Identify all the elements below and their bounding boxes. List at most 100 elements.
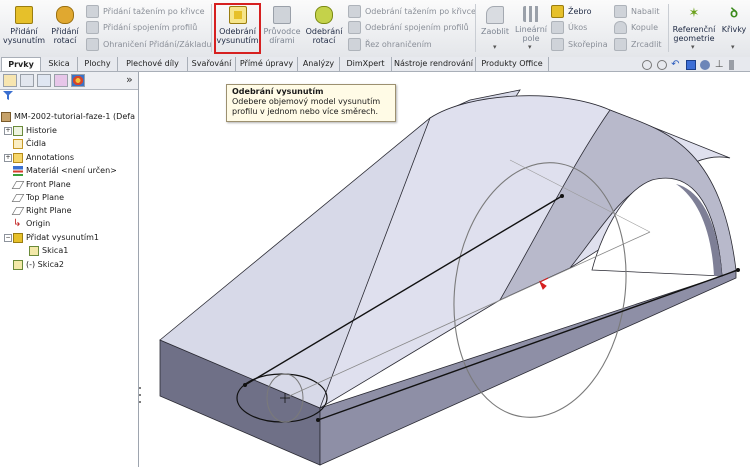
annotations-icon xyxy=(13,152,23,163)
boundary-cut-icon xyxy=(348,38,361,51)
sketch-point xyxy=(316,418,320,422)
tab-svarovani[interactable]: Svařování xyxy=(188,57,236,71)
revolve-cut-icon xyxy=(315,6,333,24)
linear-pattern-dropdown-icon[interactable]: ▾ xyxy=(528,43,532,52)
revolved-boss-label-2: rotací xyxy=(53,36,77,45)
dome-label: Kopule xyxy=(631,23,659,32)
tree-item-right-plane[interactable]: Right Plane xyxy=(11,204,72,217)
sensors-icon xyxy=(13,138,23,149)
tree-item-cidla[interactable]: Čidla xyxy=(13,137,46,150)
dimxpert-manager-tab-icon[interactable] xyxy=(54,74,68,87)
tree-root-label: MM-2002-tutorial-faze-1 (Defa xyxy=(14,112,135,121)
plane-icon xyxy=(11,193,25,202)
lofted-boss-label: Přidání spojením profilů xyxy=(103,23,198,32)
tab-dimxpert[interactable]: DimXpert xyxy=(340,57,392,71)
draft-label: Úkos xyxy=(568,23,588,32)
tab-plechove-dily[interactable]: Plechové díly xyxy=(118,57,188,71)
reference-geometry-dropdown-icon[interactable]: ▾ xyxy=(691,43,695,52)
reference-geometry-button[interactable]: ✶ Referenční geometrie ▾ xyxy=(671,3,717,53)
tree-item-historie[interactable]: Historie xyxy=(13,124,57,137)
curves-label: Křivky xyxy=(721,25,747,34)
tree-item-pridat-vysunutim1[interactable]: Přidat vysunutím1 xyxy=(13,231,99,244)
rib-button[interactable]: Žebro xyxy=(551,5,592,19)
tab-prvky[interactable]: Prvky xyxy=(1,57,41,71)
tree-item-material[interactable]: Materiál <není určen> xyxy=(13,164,117,177)
extruded-boss-label-2: vysunutím xyxy=(3,36,45,45)
tree-item-label: Čidla xyxy=(26,139,47,148)
display-manager-tab-icon[interactable] xyxy=(71,74,85,87)
view-orientation-icon[interactable]: ⊥ xyxy=(715,60,725,70)
hole-wizard-label-1: Průvodce xyxy=(263,27,301,36)
more-views-icon[interactable] xyxy=(729,60,735,70)
tab-nastroje-rendrovani[interactable]: Nástroje rendrování xyxy=(392,57,476,71)
section-view-icon[interactable] xyxy=(685,60,696,70)
linear-pattern-label-1: Lineární xyxy=(514,25,547,34)
tab-skica[interactable]: Skica xyxy=(41,57,78,71)
revolved-boss-button[interactable]: Přidání rotací xyxy=(48,3,82,53)
tab-plochy[interactable]: Plochy xyxy=(78,57,118,71)
panel-expand-chevron[interactable]: » xyxy=(126,73,133,86)
lofted-cut-icon xyxy=(348,21,361,34)
boundary-cut-button[interactable]: Řez ohraničením xyxy=(348,38,432,52)
wrap-label: Nabalit xyxy=(631,7,660,16)
swept-boss-icon xyxy=(86,5,99,18)
hole-wizard-button[interactable]: Průvodce dírami xyxy=(262,3,302,53)
previous-view-icon[interactable]: ↶ xyxy=(671,60,681,70)
swept-boss-button[interactable]: Přidání tažením po křivce xyxy=(86,5,205,19)
material-icon xyxy=(13,165,23,176)
dome-icon xyxy=(614,21,627,34)
feature-manager-tab-icon[interactable] xyxy=(3,74,17,87)
curves-button[interactable]: ꝺ Křivky ▾ xyxy=(719,3,749,53)
expand-toggle-icon[interactable]: + xyxy=(4,127,12,135)
sketch-point xyxy=(560,194,564,198)
history-folder-icon xyxy=(13,125,23,136)
lofted-cut-button[interactable]: Odebrání spojením profilů xyxy=(348,21,469,35)
zoom-to-area-icon[interactable] xyxy=(656,60,667,70)
linear-pattern-icon xyxy=(523,6,539,22)
lofted-boss-button[interactable]: Přidání spojením profilů xyxy=(86,21,197,35)
graphics-viewport[interactable] xyxy=(139,72,750,467)
tree-item-label: Přidat vysunutím1 xyxy=(26,233,99,242)
configuration-manager-tab-icon[interactable] xyxy=(37,74,51,87)
fillet-button[interactable]: Zaoblit ▾ xyxy=(478,3,512,53)
rib-label: Žebro xyxy=(568,7,592,16)
tree-item-label: Historie xyxy=(26,126,57,135)
tab-analyzy[interactable]: Analýzy xyxy=(298,57,340,71)
swept-cut-label: Odebrání tažením po křivce xyxy=(365,7,476,16)
display-style-icon[interactable] xyxy=(700,60,711,70)
expand-toggle-icon[interactable]: + xyxy=(4,154,12,162)
tree-item-annotations[interactable]: Annotations xyxy=(13,151,74,164)
tree-item-top-plane[interactable]: Top Plane xyxy=(11,191,64,204)
fillet-icon xyxy=(486,6,504,24)
wrap-button[interactable]: Nabalit xyxy=(614,5,659,19)
heads-up-view-toolbar: ↶ ⊥ xyxy=(640,60,735,72)
tab-prime-upravy[interactable]: Přímé úpravy xyxy=(236,57,298,71)
tree-item-skica1[interactable]: Skica1 xyxy=(29,244,68,257)
zoom-to-fit-icon[interactable] xyxy=(642,60,652,70)
extruded-boss-button[interactable]: Přidání vysunutím xyxy=(2,3,46,53)
mirror-button[interactable]: Zrcadlit xyxy=(614,38,662,52)
tree-item-origin[interactable]: ↳ Origin xyxy=(13,217,50,230)
origin-icon: ↳ xyxy=(13,217,22,229)
revolved-cut-button[interactable]: Odebrání rotací xyxy=(304,3,344,53)
revolved-cut-label-1: Odebrání xyxy=(305,27,343,36)
shell-label: Skořepina xyxy=(568,40,608,49)
linear-pattern-button[interactable]: Lineární pole ▾ xyxy=(514,3,548,53)
ribbon-separator xyxy=(668,4,669,52)
collapse-toggle-icon[interactable]: − xyxy=(4,234,12,242)
tab-produkty-office[interactable]: Produkty Office xyxy=(476,57,549,71)
property-manager-tab-icon[interactable] xyxy=(20,74,34,87)
boundary-boss-button[interactable]: Ohraničení Přidání/Základu xyxy=(86,38,211,52)
shell-button[interactable]: Skořepina xyxy=(551,38,608,52)
tree-item-label: Right Plane xyxy=(26,206,72,215)
dome-button[interactable]: Kopule xyxy=(614,21,658,35)
tree-item-front-plane[interactable]: Front Plane xyxy=(11,178,71,191)
tree-root-part[interactable]: MM-2002-tutorial-faze-1 (Defa xyxy=(1,110,135,123)
draft-button[interactable]: Úkos xyxy=(551,21,587,35)
curves-dropdown-icon[interactable]: ▾ xyxy=(731,43,735,52)
filter-icon[interactable] xyxy=(3,91,13,100)
fillet-dropdown-icon[interactable]: ▾ xyxy=(493,43,497,52)
swept-cut-button[interactable]: Odebrání tažením po křivce xyxy=(348,5,476,19)
tree-item-skica2[interactable]: (-) Skica2 xyxy=(13,258,64,271)
panel-tabs: » xyxy=(0,72,138,90)
